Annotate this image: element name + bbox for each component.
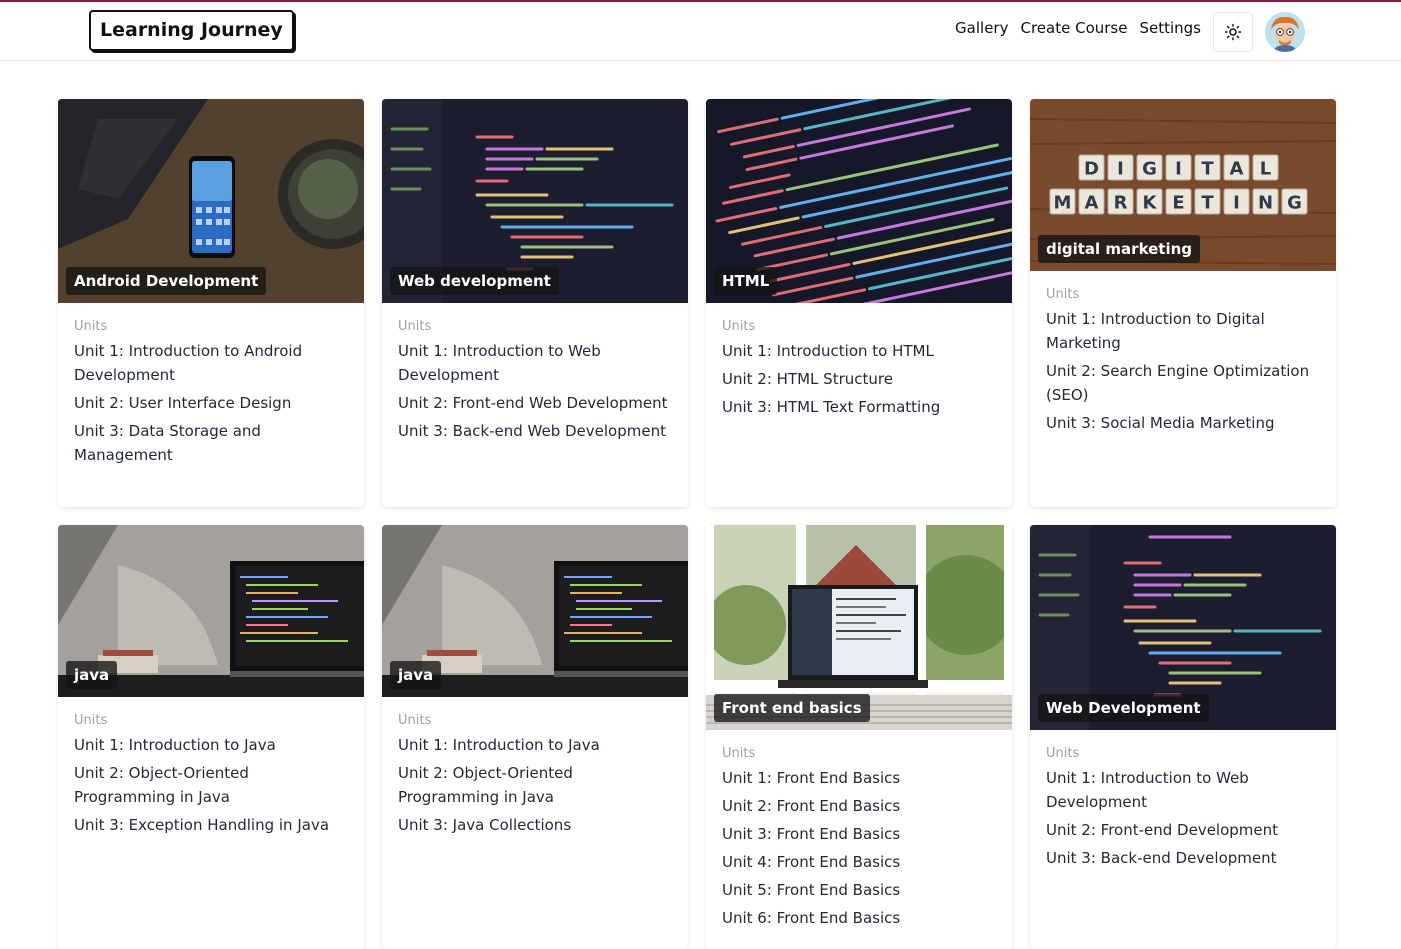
course-image[interactable]: Android Development (58, 99, 364, 303)
unit-link[interactable]: Unit 3: HTML Text Formatting (722, 395, 996, 419)
nav-settings[interactable]: Settings (1139, 19, 1201, 37)
unit-link[interactable]: Unit 2: Front End Basics (722, 794, 996, 818)
course-image[interactable]: Front end basics (706, 525, 1012, 730)
nav-create-course[interactable]: Create Course (1020, 19, 1127, 37)
course-card[interactable]: DIGITAL MARKETING digital marketing Unit… (1030, 99, 1336, 507)
course-title: HTML (714, 267, 778, 295)
letter-tile-text: I (1233, 193, 1240, 214)
unit-link[interactable]: Unit 3: Front End Basics (722, 822, 996, 846)
letter-tile-text: A (1085, 193, 1099, 214)
unit-link[interactable]: Unit 4: Front End Basics (722, 850, 996, 874)
course-card[interactable]: Android Development Units Unit 1: Introd… (58, 99, 364, 507)
unit-link[interactable]: Unit 2: Object-Oriented Programming in J… (398, 761, 672, 809)
unit-link[interactable]: Unit 3: Back-end Web Development (398, 419, 672, 443)
user-avatar[interactable] (1265, 12, 1305, 52)
nav-links: Gallery Create Course Settings (955, 19, 1201, 37)
site-logo[interactable]: Learning Journey (89, 10, 294, 51)
unit-link[interactable]: Unit 2: Front-end Development (1046, 818, 1320, 842)
letter-tile-text: E (1172, 193, 1184, 214)
unit-link[interactable]: Unit 1: Introduction to Web Development (1046, 766, 1320, 814)
unit-link[interactable]: Unit 1: Introduction to Java (74, 733, 348, 757)
units-label: Units (1046, 287, 1080, 302)
unit-link[interactable]: Unit 2: Search Engine Optimization (SEO) (1046, 359, 1320, 407)
navbar: Learning Journey Gallery Create Course S… (0, 2, 1401, 61)
letter-tile-text: I (1117, 159, 1124, 180)
letter-tile-text: G (1287, 193, 1302, 214)
unit-link[interactable]: Unit 1: Introduction to Android Developm… (74, 339, 348, 387)
course-card[interactable]: java Units Unit 1: Introduction to Java … (58, 525, 364, 949)
card-body: Units Unit 1: Introduction to Digital Ma… (1030, 271, 1336, 435)
unit-link[interactable]: Unit 1: Introduction to HTML (722, 339, 996, 363)
course-image[interactable]: Web Development (1030, 525, 1336, 730)
course-image[interactable]: java (382, 525, 688, 697)
course-card[interactable]: HTML Units Unit 1: Introduction to HTML … (706, 99, 1012, 507)
course-title: java (66, 661, 118, 689)
unit-link[interactable]: Unit 2: Front-end Web Development (398, 391, 672, 415)
letter-tile-text: G (1142, 159, 1157, 180)
letter-tile-text: D (1084, 159, 1099, 180)
unit-link[interactable]: Unit 6: Front End Basics (722, 906, 996, 930)
letter-tile-text: T (1201, 159, 1214, 180)
course-title: Front end basics (714, 694, 870, 722)
units-label: Units (398, 319, 432, 334)
letter-tile-text: R (1114, 193, 1128, 214)
theme-toggle-button[interactable] (1213, 12, 1253, 52)
nav-gallery[interactable]: Gallery (955, 19, 1008, 37)
course-title: java (390, 661, 442, 689)
letter-tiles-digital: DIGITAL (1078, 154, 1279, 181)
letter-tile-text: L (1260, 159, 1271, 180)
card-body: Units Unit 1: Introduction to HTML Unit … (706, 303, 1012, 419)
units-label: Units (722, 746, 756, 761)
course-image[interactable]: DIGITAL MARKETING digital marketing (1030, 99, 1336, 271)
course-title: Web development (390, 267, 559, 295)
letter-tiles-marketing: MARKETING (1049, 188, 1308, 215)
sun-icon (1224, 23, 1242, 41)
letter-tile-text: M (1054, 193, 1072, 214)
letter-tile-text: K (1143, 193, 1158, 214)
letter-tile-text: T (1201, 193, 1214, 214)
unit-link[interactable]: Unit 1: Introduction to Java (398, 733, 672, 757)
course-card[interactable]: Front end basics Units Unit 1: Front End… (706, 525, 1012, 949)
card-body: Units Unit 1: Introduction to Web Develo… (382, 303, 688, 443)
letter-tile-text: A (1230, 159, 1244, 180)
unit-link[interactable]: Unit 1: Introduction to Web Development (398, 339, 672, 387)
course-title: Web Development (1038, 694, 1209, 722)
unit-link[interactable]: Unit 2: HTML Structure (722, 367, 996, 391)
unit-link[interactable]: Unit 3: Java Collections (398, 813, 672, 837)
card-body: Units Unit 1: Introduction to Web Develo… (1030, 730, 1336, 870)
unit-link[interactable]: Unit 3: Back-end Development (1046, 846, 1320, 870)
course-image[interactable]: java (58, 525, 364, 697)
letter-tile-text: N (1258, 193, 1273, 214)
course-card[interactable]: Web development Units Unit 1: Introducti… (382, 99, 688, 507)
card-body: Units Unit 1: Introduction to Java Unit … (58, 697, 364, 837)
course-title: Android Development (66, 267, 267, 295)
units-label: Units (722, 319, 756, 334)
units-label: Units (1046, 746, 1080, 761)
card-body: Units Unit 1: Introduction to Java Unit … (382, 697, 688, 837)
unit-link[interactable]: Unit 3: Data Storage and Management (74, 419, 348, 467)
units-label: Units (74, 713, 108, 728)
unit-link[interactable]: Unit 3: Exception Handling in Java (74, 813, 348, 837)
units-label: Units (398, 713, 432, 728)
avatar-image (1265, 12, 1305, 52)
unit-link[interactable]: Unit 1: Front End Basics (722, 766, 996, 790)
letter-tile-text: I (1175, 159, 1182, 180)
unit-link[interactable]: Unit 5: Front End Basics (722, 878, 996, 902)
course-image[interactable]: HTML (706, 99, 1012, 303)
units-label: Units (74, 319, 108, 334)
course-card[interactable]: java Units Unit 1: Introduction to Java … (382, 525, 688, 949)
unit-link[interactable]: Unit 1: Introduction to Digital Marketin… (1046, 307, 1320, 355)
unit-link[interactable]: Unit 2: Object-Oriented Programming in J… (74, 761, 348, 809)
card-body: Units Unit 1: Introduction to Android De… (58, 303, 364, 467)
course-image[interactable]: Web development (382, 99, 688, 303)
course-card[interactable]: Web Development Units Unit 1: Introducti… (1030, 525, 1336, 949)
course-title: digital marketing (1038, 235, 1201, 263)
unit-link[interactable]: Unit 3: Social Media Marketing (1046, 411, 1320, 435)
card-body: Units Unit 1: Front End Basics Unit 2: F… (706, 730, 1012, 930)
unit-link[interactable]: Unit 2: User Interface Design (74, 391, 348, 415)
